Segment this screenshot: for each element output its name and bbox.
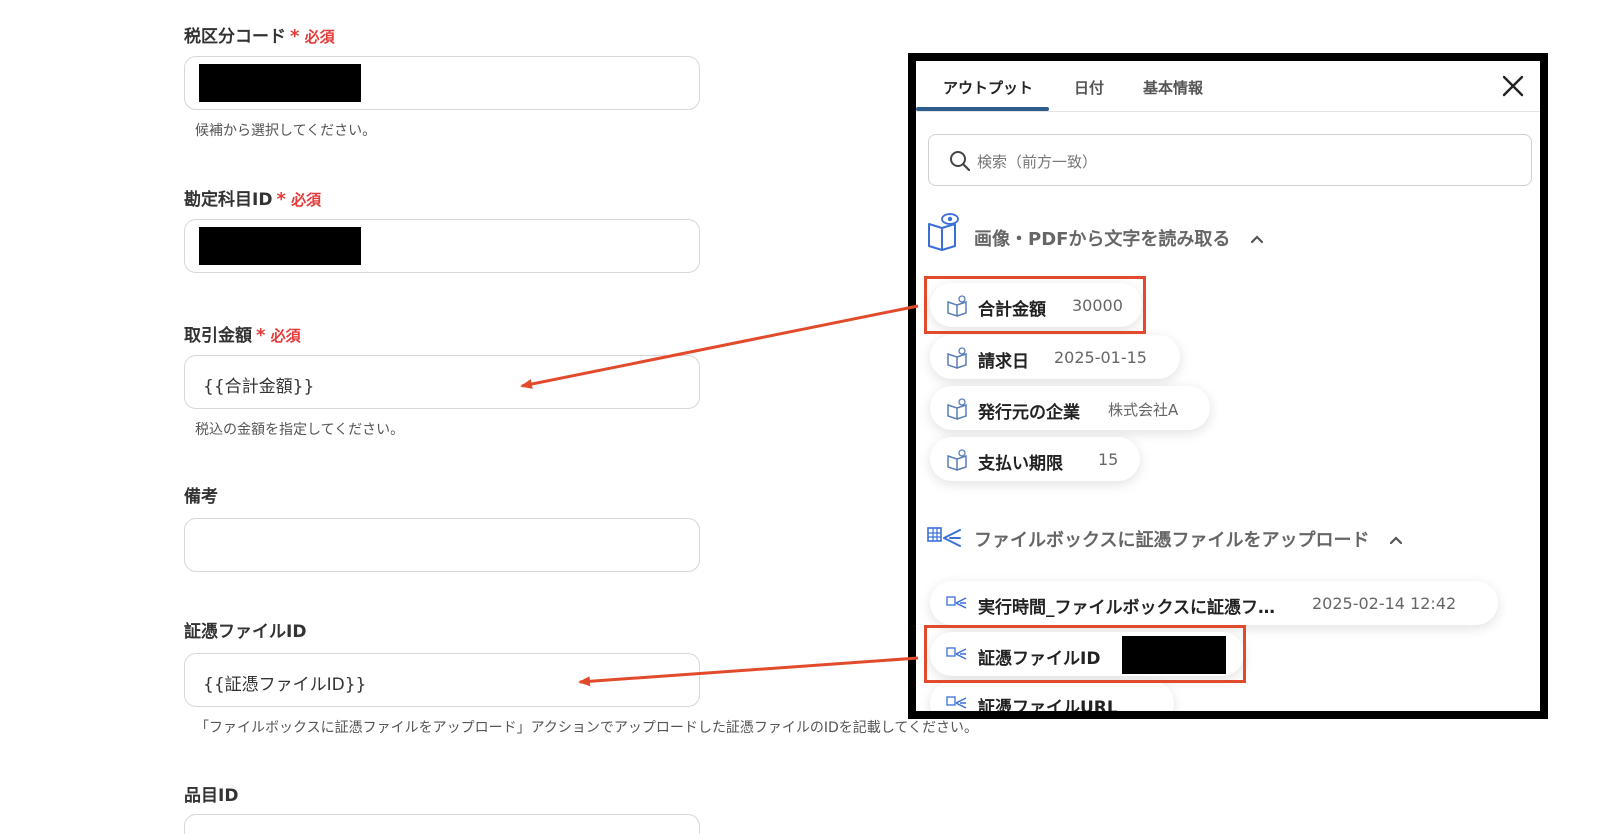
account-id-input[interactable] [184, 219, 700, 273]
output-chip-due[interactable]: 支払い期限 15 [930, 437, 1140, 481]
ocr-book-icon [947, 449, 967, 471]
section-ocr-title[interactable]: 画像・PDFから文字を読み取る [974, 225, 1265, 251]
section-upload-title[interactable]: ファイルボックスに証憑ファイルをアップロード [974, 526, 1404, 552]
search-placeholder: 検索（前方一致） [977, 153, 1098, 171]
chip-key: 支払い期限 [978, 454, 1063, 474]
chip-value: 15 [1098, 450, 1119, 469]
close-icon[interactable] [1500, 73, 1526, 99]
output-panel: アウトプット 日付 基本情報 検索（前方一致） 画像・PDFから文字を読み取る … [908, 53, 1548, 719]
required-asterisk: * [276, 189, 286, 210]
amount-label-text: 取引金額 [184, 326, 252, 346]
required-text: 必須 [304, 28, 335, 46]
voucher-id-label: 証憑ファイルID [184, 622, 307, 642]
required-asterisk: * [290, 26, 300, 47]
file-upload-icon [946, 696, 967, 709]
chip-key: 請求日 [978, 352, 1029, 372]
active-tab-indicator [916, 107, 1049, 111]
search-icon [950, 151, 971, 172]
required-text: 必須 [270, 327, 301, 345]
required-badge: * 必須 [276, 189, 322, 210]
amount-hint: 税込の金額を指定してください。 [195, 422, 405, 438]
chip-value: 2025-02-14 12:42 [1312, 594, 1457, 613]
amount-input-value: {{合計金額}} [203, 377, 315, 397]
ocr-book-icon [947, 347, 967, 369]
tab-output[interactable]: アウトプット [943, 77, 1033, 98]
ocr-book-icon [947, 398, 967, 420]
voucher-id-input-value: {{証憑ファイルID}} [203, 675, 367, 695]
voucher-id-input[interactable]: {{証憑ファイルID}} [184, 653, 700, 707]
redacted-value [199, 64, 361, 102]
tab-bar: アウトプット 日付 基本情報 [916, 61, 1540, 112]
search-input[interactable]: 検索（前方一致） [928, 134, 1532, 186]
file-upload-icon [927, 527, 961, 547]
account-id-label-text: 勘定科目ID [184, 190, 273, 210]
tax-code-label-text: 税区分コード [184, 27, 286, 47]
required-badge: * 必須 [256, 325, 301, 346]
item-id-input[interactable] [184, 814, 700, 834]
output-chip-exec-time[interactable]: 実行時間_ファイルボックスに証憑フ… 2025-02-14 12:42 [930, 581, 1498, 625]
chevron-up-icon[interactable] [1249, 233, 1265, 245]
chip-value: 2025-01-15 [1054, 348, 1147, 367]
tax-code-hint: 候補から選択してください。 [195, 123, 377, 139]
memo-input[interactable] [184, 518, 700, 572]
account-id-label: 勘定科目ID * 必須 [184, 185, 321, 210]
highlight-total [924, 276, 1146, 334]
amount-input[interactable]: {{合計金額}} [184, 355, 700, 409]
chip-value: 株式会社A [1108, 401, 1179, 419]
chevron-up-icon[interactable] [1388, 534, 1404, 546]
required-text: 必須 [291, 191, 322, 209]
memo-label: 備考 [184, 487, 218, 507]
required-badge: * 必須 [290, 26, 335, 47]
highlight-voucher-id [924, 625, 1246, 683]
voucher-id-hint: 「ファイルボックスに証憑ファイルをアップロード」アクションでアップロードした証憑… [195, 720, 978, 736]
output-chip-voucher-url[interactable]: 証憑ファイルURL [930, 681, 1174, 718]
item-id-label: 品目ID [184, 786, 239, 806]
amount-label: 取引金額 * 必須 [184, 321, 301, 346]
tab-basic-info[interactable]: 基本情報 [1143, 77, 1203, 98]
file-upload-icon [946, 596, 967, 609]
redacted-value [199, 227, 361, 265]
chip-key: 発行元の企業 [978, 403, 1080, 423]
tax-code-input[interactable] [184, 56, 700, 110]
output-chip-issuer[interactable]: 発行元の企業 株式会社A [930, 386, 1210, 430]
required-asterisk: * [256, 325, 266, 346]
chip-key: 証憑ファイルURL [978, 698, 1118, 718]
chip-key: 実行時間_ファイルボックスに証憑フ… [978, 598, 1275, 618]
section-upload-title-text: ファイルボックスに証憑ファイルをアップロード [974, 530, 1370, 551]
section-ocr-title-text: 画像・PDFから文字を読み取る [974, 229, 1231, 250]
tab-date[interactable]: 日付 [1074, 77, 1104, 98]
tax-code-label: 税区分コード * 必須 [184, 22, 335, 47]
ocr-book-icon [928, 213, 959, 251]
output-chip-invoice-date[interactable]: 請求日 2025-01-15 [930, 335, 1180, 379]
